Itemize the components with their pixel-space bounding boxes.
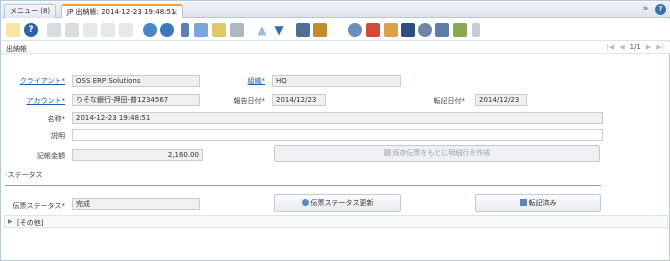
chart-icon xyxy=(519,199,527,206)
org-field[interactable]: HQ xyxy=(272,75,401,87)
ignore-icon[interactable] xyxy=(6,23,20,37)
account-label[interactable]: アカウント* xyxy=(27,96,66,106)
help-round-icon[interactable]: ? xyxy=(655,4,666,15)
org-label[interactable]: 組織* xyxy=(248,76,266,86)
toolbar: ? ▲ ▼ xyxy=(2,19,670,41)
doc-status-label: 伝票ステータス* xyxy=(12,202,66,210)
chat-icon[interactable] xyxy=(194,23,208,37)
other-section-bar[interactable]: ▶ [その他] xyxy=(4,215,668,228)
status-separator xyxy=(5,185,601,186)
tabbar-controls: » ? xyxy=(640,4,666,15)
collapse-up-icon[interactable]: » xyxy=(640,4,651,15)
help-icon[interactable]: ? xyxy=(24,23,38,37)
report-date-field[interactable]: 2014/12/23 xyxy=(272,94,326,106)
prev-record-icon[interactable]: ◀ xyxy=(619,43,624,51)
export-icon[interactable] xyxy=(453,23,467,37)
detail-icon[interactable] xyxy=(296,23,310,37)
tab-menu[interactable]: メニュー (8) xyxy=(4,4,56,18)
amount-label: 記帳金額 xyxy=(37,152,65,160)
attachment-icon[interactable] xyxy=(181,23,189,37)
title-bar: 出納帳 |◀ ◀ 1/1 ▶ ▶| xyxy=(2,42,670,54)
update-status-button[interactable]: 伝票ステータス更新 xyxy=(274,194,401,212)
posting-date-field[interactable]: 2014/12/23 xyxy=(475,94,527,106)
client-field[interactable]: OSS ERP Solutions xyxy=(72,75,200,87)
update-status-label: 伝票ステータス更新 xyxy=(310,199,374,207)
up-icon[interactable]: ▲ xyxy=(255,23,269,37)
create-from-icon xyxy=(383,149,391,156)
next-record-icon[interactable]: ▶ xyxy=(646,43,651,51)
archive-icon[interactable] xyxy=(313,23,327,37)
first-record-icon[interactable]: |◀ xyxy=(606,43,614,51)
tab-bar: メニュー (8) JP 出納帳: 2014-12-23 19:48:51 × »… xyxy=(2,2,670,18)
save-new-icon[interactable] xyxy=(119,23,133,37)
other-section-label: [その他] xyxy=(17,219,44,227)
posted-button[interactable]: 転記済み xyxy=(475,194,601,212)
copy-icon[interactable] xyxy=(65,23,79,37)
history-icon[interactable] xyxy=(212,23,226,37)
save-icon[interactable] xyxy=(101,23,115,37)
record-pager: |◀ ◀ 1/1 ▶ ▶| xyxy=(606,43,664,51)
new-icon[interactable] xyxy=(47,23,61,37)
gear-icon xyxy=(301,199,309,206)
description-label: 説明 xyxy=(51,132,65,140)
expand-icon: ▶ xyxy=(8,218,13,225)
name-label: 名称* xyxy=(47,115,66,123)
find-icon[interactable] xyxy=(160,23,174,37)
page-title: 出納帳 xyxy=(6,45,27,53)
customize-icon[interactable] xyxy=(472,23,480,37)
refresh-icon[interactable] xyxy=(143,23,157,37)
request-icon[interactable] xyxy=(418,23,432,37)
zoom-icon[interactable] xyxy=(348,23,362,37)
report-icon[interactable] xyxy=(230,23,244,37)
tab-cash-journal[interactable]: JP 出納帳: 2014-12-23 19:48:51 × xyxy=(61,4,183,18)
workflow-icon[interactable] xyxy=(384,23,398,37)
status-section-header[interactable]: -ステータス xyxy=(5,170,43,180)
down-icon[interactable]: ▼ xyxy=(272,23,286,37)
window-frame: メニュー (8) JP 出納帳: 2014-12-23 19:48:51 × »… xyxy=(0,0,670,261)
translate-icon[interactable] xyxy=(366,23,380,37)
last-record-icon[interactable]: ▶| xyxy=(656,43,664,51)
product-info-icon[interactable] xyxy=(401,23,415,37)
doc-status-field[interactable]: 完成 xyxy=(72,198,200,210)
posting-date-label: 転記日付* xyxy=(433,97,466,105)
create-from-label: 既存伝票をもとに明細行を作成 xyxy=(392,149,491,157)
report-date-label: 報告日付* xyxy=(233,97,266,105)
posted-label: 転記済み xyxy=(528,199,557,207)
account-field[interactable]: りそな銀行-押田-普1234567 xyxy=(72,94,200,106)
close-tab-icon[interactable]: × xyxy=(171,6,178,19)
name-field[interactable]: 2014-12-23 19:48:51 xyxy=(72,112,603,124)
process-icon[interactable] xyxy=(435,23,449,37)
record-count: 1/1 xyxy=(629,43,641,51)
client-label[interactable]: クライアント* xyxy=(20,76,65,86)
description-field[interactable] xyxy=(72,129,603,141)
delete-icon[interactable] xyxy=(83,23,97,37)
amount-field[interactable]: 2,160.00 xyxy=(72,149,203,161)
tab-cash-journal-label: JP 出納帳: 2014-12-23 19:48:51 xyxy=(67,8,176,16)
create-from-button[interactable]: 既存伝票をもとに明細行を作成 xyxy=(274,145,600,162)
